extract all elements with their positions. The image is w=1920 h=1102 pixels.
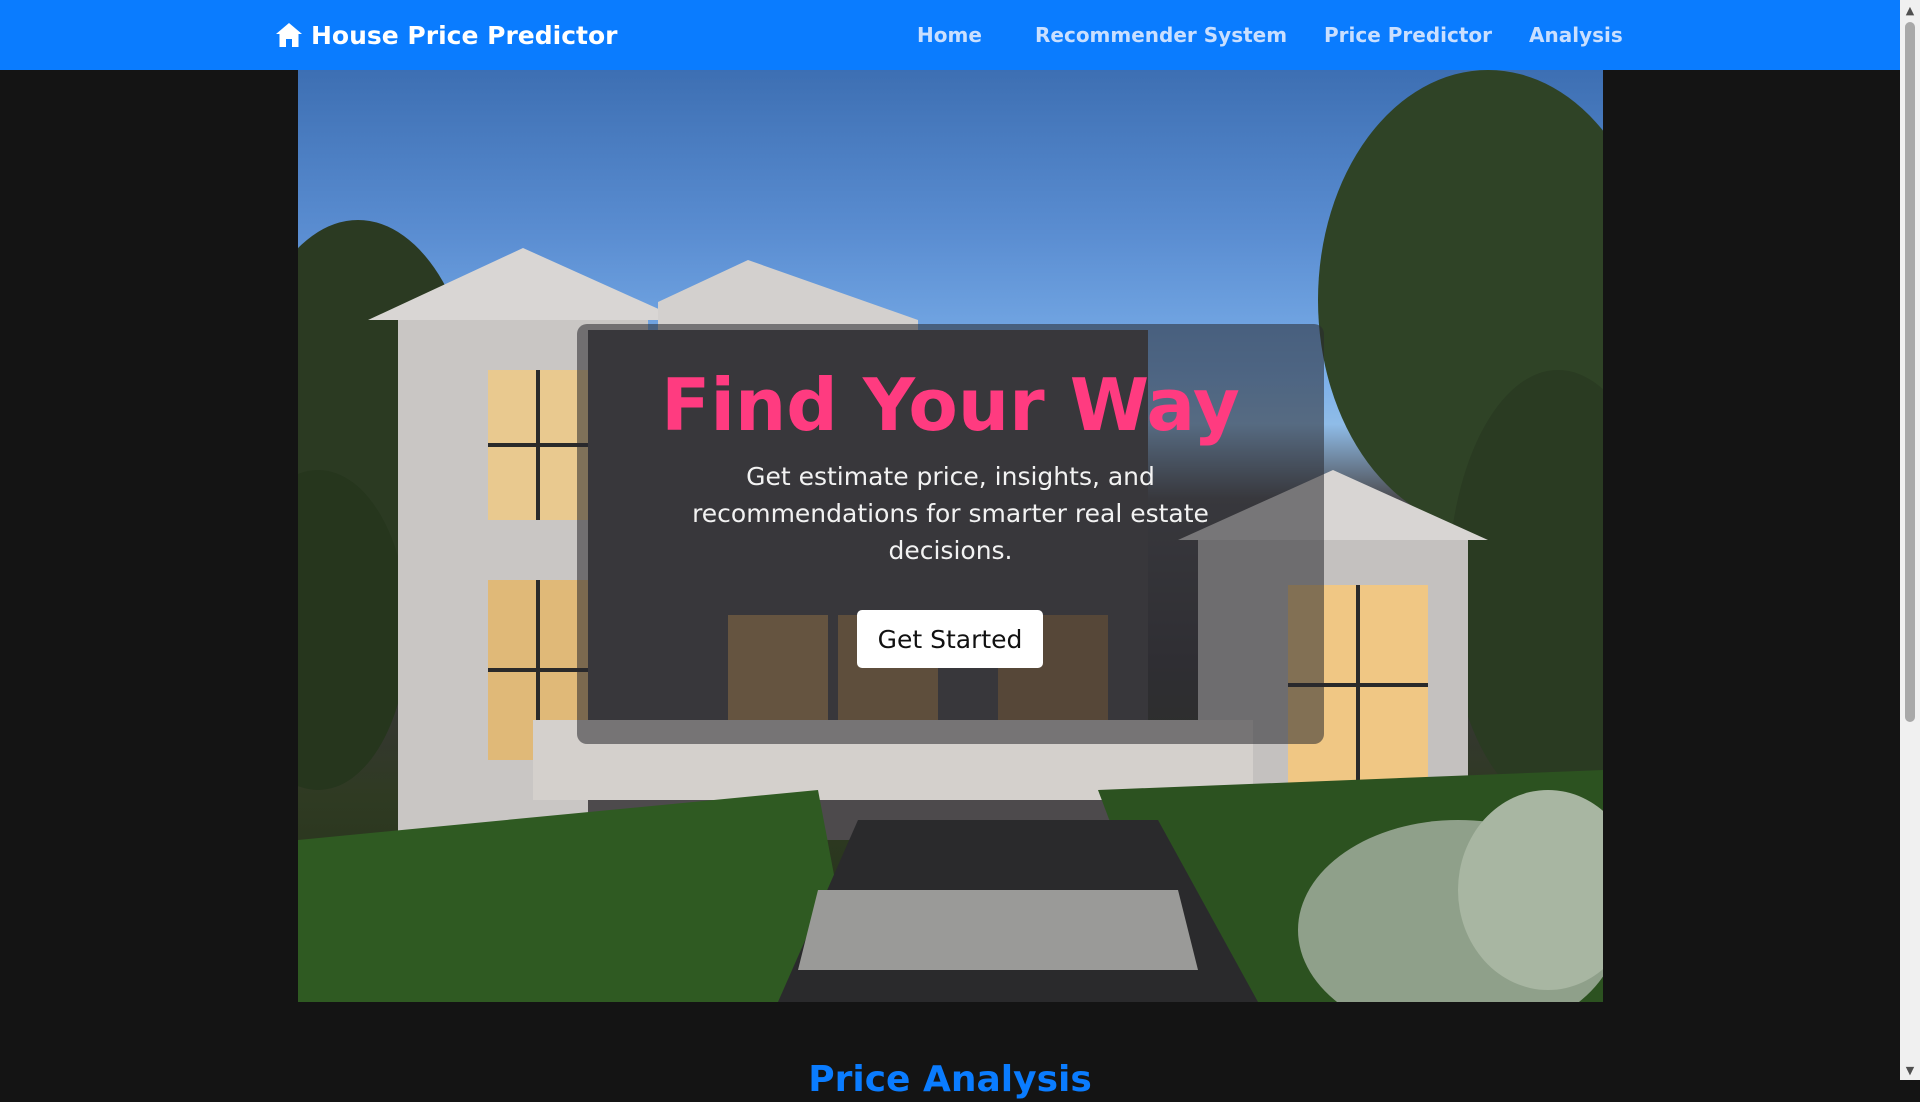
scrollbar-thumb[interactable] bbox=[1905, 22, 1915, 722]
hero-subtitle: Get estimate price, insights, and recomm… bbox=[692, 462, 1209, 565]
nav-link-home[interactable]: Home bbox=[917, 22, 982, 48]
page-scrollbar[interactable]: ▲ ▼ bbox=[1900, 0, 1920, 1080]
home-icon bbox=[275, 22, 303, 48]
chevron-up-icon[interactable]: ▲ bbox=[1900, 0, 1920, 20]
get-started-button[interactable]: Get Started bbox=[857, 610, 1043, 668]
brand-label: House Price Predictor bbox=[311, 20, 618, 50]
nav-link-recommender-system[interactable]: Recommender System bbox=[1035, 22, 1287, 48]
hero-title: Find Your Way bbox=[661, 363, 1240, 447]
hero-section: Find Your Way Get estimate price, insigh… bbox=[298, 70, 1603, 1002]
section-title-price-analysis: Price Analysis bbox=[808, 1059, 1092, 1100]
navbar: House Price Predictor Home Recommender S… bbox=[0, 0, 1900, 70]
chevron-down-icon[interactable]: ▼ bbox=[1900, 1060, 1920, 1080]
hero-overlay-card: Find Your Way Get estimate price, insigh… bbox=[577, 324, 1324, 744]
nav-link-analysis[interactable]: Analysis bbox=[1529, 22, 1623, 48]
brand-link[interactable]: House Price Predictor bbox=[275, 19, 617, 51]
nav-link-price-predictor[interactable]: Price Predictor bbox=[1324, 22, 1492, 48]
